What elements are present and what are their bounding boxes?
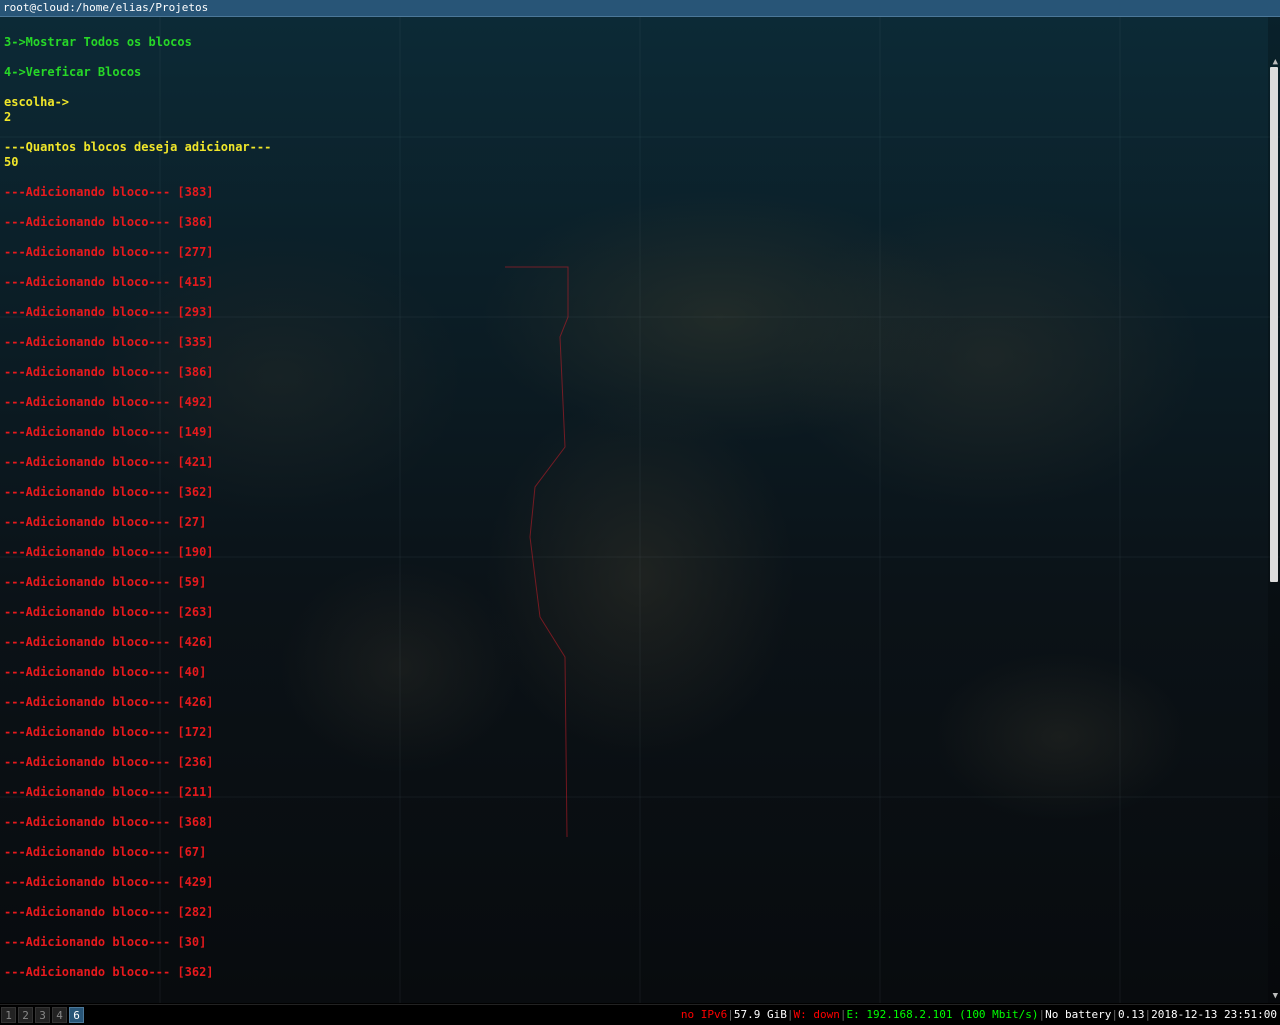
terminal-line: ---Adicionando bloco--- [172] (4, 725, 214, 739)
scrollbar-thumb[interactable] (1270, 67, 1278, 582)
workspace-button-3[interactable]: 3 (35, 1007, 50, 1023)
terminal-line: ---Adicionando bloco--- [282] (4, 905, 214, 919)
terminal-line: ---Adicionando bloco--- [236] (4, 755, 214, 769)
scroll-down-arrow-icon[interactable]: ▼ (1273, 991, 1278, 1001)
terminal-line: ---Quantos blocos deseja adicionar--- (4, 140, 272, 154)
battery-status: No battery (1045, 1008, 1112, 1021)
status-info: no IPv6|57.9 GiB|W: down|E: 192.168.2.10… (680, 1008, 1277, 1021)
terminal-line: ---Adicionando bloco--- [362] (4, 965, 214, 979)
terminal-line: ---Adicionando bloco--- [426] (4, 635, 214, 649)
terminal-line: ---Adicionando bloco--- [362] (4, 485, 214, 499)
terminal-scrollbar[interactable]: ▲ ▼ (1268, 17, 1280, 1003)
terminal-line: ---Adicionando bloco--- [293] (4, 305, 214, 319)
terminal-line: ---Adicionando bloco--- [263] (4, 605, 214, 619)
terminal-line: ---Adicionando bloco--- [27] (4, 515, 207, 529)
terminal-line: escolha-> (4, 95, 70, 109)
window-title: root@cloud:/home/elias/Projetos (3, 1, 209, 14)
terminal-line: ---Adicionando bloco--- [492] (4, 395, 214, 409)
terminal-line: ---Adicionando bloco--- [386] (4, 365, 214, 379)
terminal-output: 3->Mostrar Todos os blocos 4->Vereficar B… (4, 35, 271, 980)
scroll-up-arrow-icon[interactable]: ▲ (1273, 57, 1278, 67)
wireless-status: W: down (793, 1008, 840, 1021)
terminal-line: ---Adicionando bloco--- [40] (4, 665, 207, 679)
terminal-line: 3->Mostrar Todos os blocos (4, 35, 192, 49)
terminal-line: 4->Vereficar Blocos (4, 65, 142, 79)
terminal-line: ---Adicionando bloco--- [67] (4, 845, 207, 859)
workspace-button-1[interactable]: 1 (1, 1007, 16, 1023)
load-status: 0.13 (1118, 1008, 1145, 1021)
disk-status: 57.9 GiB (733, 1008, 787, 1021)
terminal-line: ---Adicionando bloco--- [59] (4, 575, 207, 589)
window-titlebar[interactable]: root@cloud:/home/elias/Projetos (0, 0, 1280, 17)
terminal-line: ---Adicionando bloco--- [335] (4, 335, 214, 349)
workspace-button-6[interactable]: 6 (69, 1007, 84, 1023)
terminal-line: ---Adicionando bloco--- [277] (4, 245, 214, 259)
terminal-line: ---Adicionando bloco--- [149] (4, 425, 214, 439)
terminal-line: ---Adicionando bloco--- [415] (4, 275, 214, 289)
workspace-button-2[interactable]: 2 (18, 1007, 33, 1023)
terminal-line: ---Adicionando bloco--- [386] (4, 215, 214, 229)
terminal-line: ---Adicionando bloco--- [30] (4, 935, 207, 949)
terminal-line: 2 (4, 110, 12, 124)
workspace-button-4[interactable]: 4 (52, 1007, 67, 1023)
terminal-line: ---Adicionando bloco--- [211] (4, 785, 214, 799)
terminal-line: ---Adicionando bloco--- [426] (4, 695, 214, 709)
clock: 2018-12-13 23:51:00 (1151, 1008, 1277, 1021)
terminal-line: ---Adicionando bloco--- [421] (4, 455, 214, 469)
terminal-line: ---Adicionando bloco--- [429] (4, 875, 214, 889)
ethernet-status: E: 192.168.2.101 (100 Mbit/s) (846, 1008, 1039, 1021)
terminal-window[interactable]: 3->Mostrar Todos os blocos 4->Vereficar B… (0, 17, 1280, 1003)
status-bar: 12346 no IPv6|57.9 GiB|W: down|E: 192.16… (0, 1004, 1280, 1025)
terminal-line: ---Adicionando bloco--- [190] (4, 545, 214, 559)
terminal-line: 50 (4, 155, 19, 169)
ipv6-status: no IPv6 (680, 1008, 728, 1021)
terminal-line: ---Adicionando bloco--- [383] (4, 185, 214, 199)
terminal-line: ---Adicionando bloco--- [368] (4, 815, 214, 829)
